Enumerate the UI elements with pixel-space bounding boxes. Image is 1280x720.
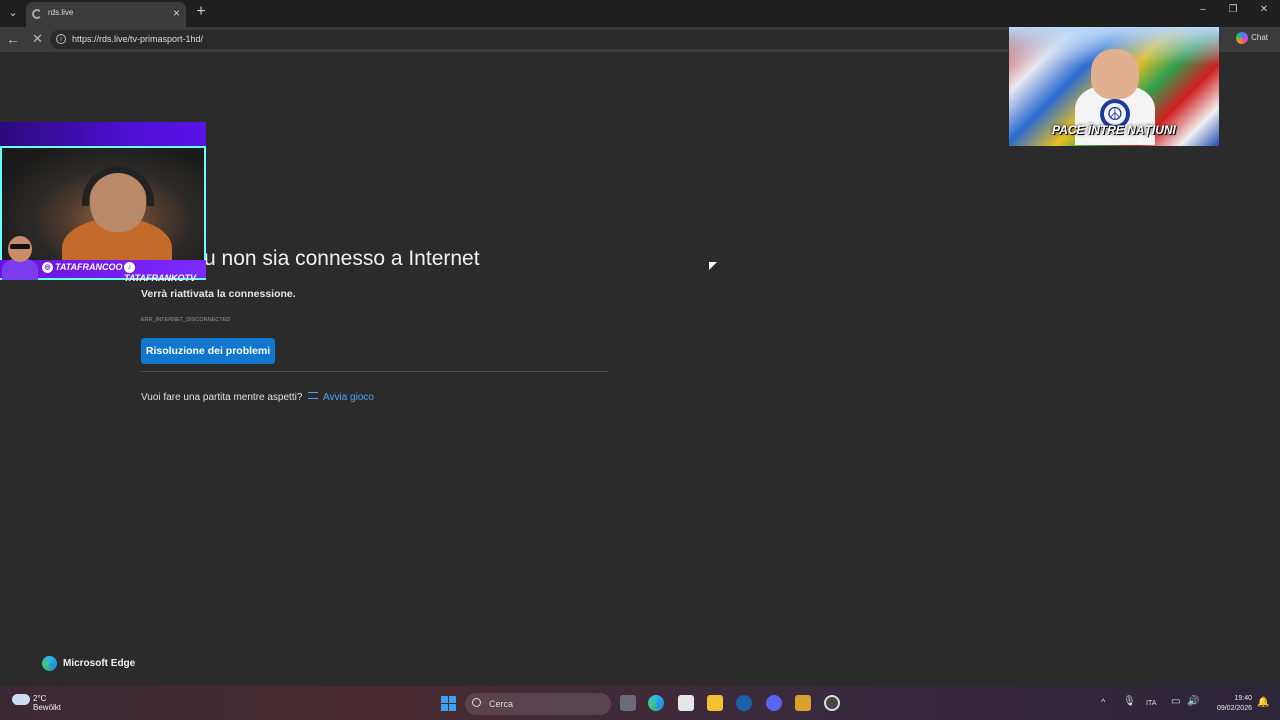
edge-brand: Microsoft Edge <box>42 656 135 671</box>
copilot-chat-button[interactable]: Chat <box>1236 32 1268 44</box>
app-icon[interactable] <box>795 695 811 711</box>
divider <box>141 371 608 372</box>
cartoon-avatar <box>2 236 38 280</box>
steam-icon[interactable] <box>736 695 752 711</box>
taskbar-search[interactable]: Cerca <box>465 693 611 715</box>
weather-widget[interactable]: 2°C Bewölkt <box>12 694 61 712</box>
clock-time: 19:40 <box>1234 695 1252 702</box>
start-game-label[interactable]: Avvia gioco <box>323 392 374 403</box>
tray-chevron-up-icon[interactable]: ^ <box>1101 697 1105 707</box>
clock[interactable]: 19:40 09/02/2026 <box>1206 694 1252 714</box>
cloud-icon <box>12 694 30 705</box>
volume-icon[interactable]: 🔊 <box>1187 696 1199 707</box>
weather-temp: 2°C <box>33 694 47 703</box>
browser-tab[interactable]: rds.live × <box>26 2 186 27</box>
minimize-button[interactable]: – <box>1194 4 1212 15</box>
weather-text: 2°C Bewölkt <box>33 694 61 712</box>
back-arrow-icon[interactable]: ← <box>6 31 20 47</box>
file-explorer-icon[interactable] <box>707 695 723 711</box>
browser-title-bar: ⌄ rds.live × + – ❐ ✕ <box>0 0 1280 27</box>
search-placeholder[interactable]: Cerca <box>489 699 513 709</box>
weather-desc: Bewölkt <box>33 703 62 712</box>
stop-loading-icon[interactable]: ✕ <box>32 31 43 47</box>
error-subtitle: Verrà riattivata la connessione. <box>141 288 296 300</box>
webcam-frame-top <box>0 122 206 146</box>
restore-button[interactable]: ❐ <box>1224 4 1242 15</box>
loading-favicon-icon <box>32 9 42 19</box>
chat-label: Chat <box>1251 33 1268 43</box>
instagram-icon: ◎ <box>42 262 53 274</box>
edge-brand-label: Microsoft Edge <box>63 658 136 670</box>
start-game-link[interactable]: Avvia gioco <box>308 392 374 403</box>
obs-icon[interactable] <box>824 695 840 711</box>
task-view-icon[interactable] <box>620 695 636 711</box>
discord-icon[interactable] <box>766 695 782 711</box>
start-windows-icon[interactable] <box>441 696 456 711</box>
tab-close-icon[interactable]: × <box>173 6 180 20</box>
search-icon <box>472 698 481 707</box>
language-indicator[interactable]: ITA <box>1146 700 1156 707</box>
copilot-icon <box>1236 32 1249 44</box>
tab-actions-chevron-down-icon[interactable]: ⌄ <box>5 5 21 21</box>
microphone-icon[interactable]: 🎙 <box>1123 696 1136 707</box>
tiktok-handle-text: TATAFRANKOTV <box>124 273 196 284</box>
instagram-handle-text: TATAFRANCOO <box>55 262 123 272</box>
clock-date: 09/02/2026 <box>1216 705 1252 712</box>
tiktok-icon: ♪ <box>124 262 135 274</box>
game-question: Vuoi fare una partita mentre aspetti? <box>141 392 303 403</box>
store-icon[interactable] <box>678 695 694 711</box>
close-window-button[interactable]: ✕ <box>1255 4 1273 15</box>
edge-icon[interactable] <box>648 695 664 711</box>
promo-man-head <box>1091 49 1139 99</box>
new-tab-button[interactable]: + <box>193 3 209 21</box>
error-code: ERR_INTERNET_DISCONNECTED <box>141 317 231 323</box>
edge-logo-icon <box>42 656 57 671</box>
tiktok-handle: ♪TATAFRANKOTV <box>124 262 206 283</box>
webcam-overlay: ◎ TATAFRANCOO ♪TATAFRANKOTV <box>0 122 206 283</box>
site-info-icon[interactable]: i <box>56 34 66 44</box>
game-icon <box>308 392 318 399</box>
url-text[interactable]: https://rds.live/tv-primasport-1hd/ <box>72 34 203 44</box>
avatar-head <box>8 236 32 262</box>
tab-title: rds.live <box>48 8 74 17</box>
headset-icon <box>82 166 154 206</box>
windows-taskbar: 2°C Bewölkt Cerca ^ 🎙 ITA ▭ 🔊 19:40 09/02/… <box>0 686 1280 720</box>
avatar-sunglasses <box>10 244 30 249</box>
promo-caption: PACE ÎNTRE NAȚIUNI <box>1052 123 1176 137</box>
troubleshoot-button[interactable]: Risoluzione dei problemi <box>141 338 275 364</box>
promo-thumbnail: ☮ PACE ÎNTRE NAȚIUNI <box>1009 27 1219 146</box>
notification-bell-icon[interactable]: 🔔 <box>1257 697 1269 708</box>
instagram-handle: ◎ TATAFRANCOO <box>42 262 123 274</box>
network-icon[interactable]: ▭ <box>1171 696 1180 707</box>
